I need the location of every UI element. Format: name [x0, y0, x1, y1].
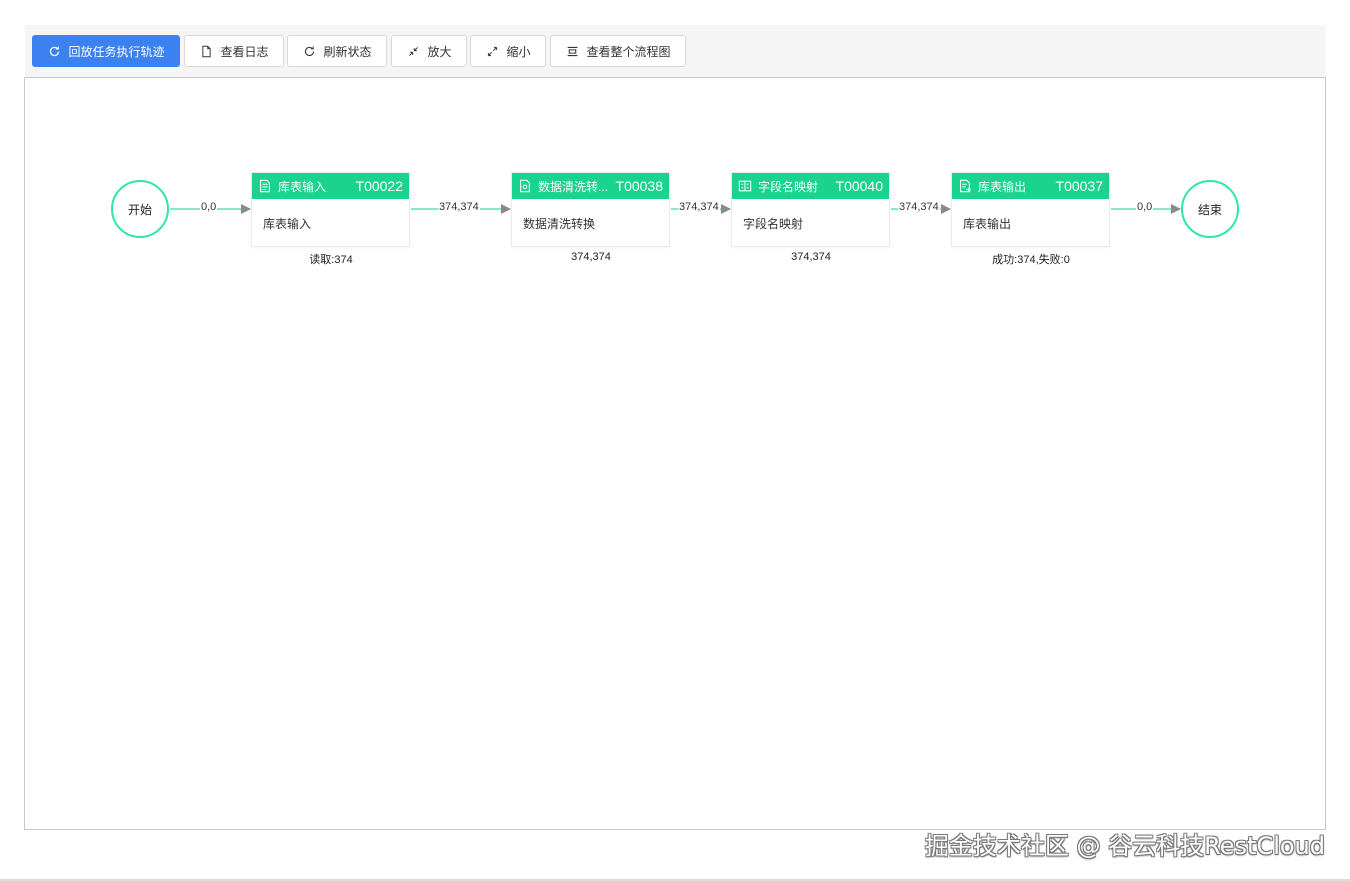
task-node-stat: 374,374	[791, 251, 831, 263]
task-node-name: 数据清洗转...	[538, 179, 609, 194]
task-node-code: T00022	[355, 178, 403, 194]
reload-icon	[302, 44, 316, 58]
task-node-code: T00040	[835, 178, 883, 194]
task-node-body: 数据清洗转换	[523, 217, 596, 231]
task-node-table-output[interactable]: 库表输出 T00037 库表输出	[951, 172, 1110, 247]
task-node-table-input[interactable]: 库表输入 T00022 库表输入	[251, 172, 410, 247]
task-node-name: 字段名映射	[758, 179, 819, 194]
fit-view-icon	[565, 44, 579, 58]
edge-label-2: 374,374	[438, 201, 480, 213]
zoom-in-button[interactable]: 放大	[391, 35, 467, 67]
task-node-code: T00038	[615, 178, 663, 194]
task-node-stat: 成功:374,失败:0	[992, 254, 1070, 266]
refresh-status-button[interactable]: 刷新状态	[287, 35, 387, 67]
shrink-arrows-icon	[406, 44, 420, 58]
edge-label-4: 374,374	[898, 201, 940, 213]
start-node[interactable]: 开始	[111, 180, 169, 238]
task-node-header: 库表输入 T00022	[252, 173, 409, 199]
replay-trace-button[interactable]: 回放任务执行轨迹	[32, 35, 180, 67]
zoom-in-label: 放大	[427, 44, 452, 59]
table-output-icon	[958, 179, 972, 193]
task-node-body: 库表输出	[963, 217, 1012, 231]
end-node[interactable]: 结束	[1181, 180, 1239, 238]
view-log-label: 查看日志	[220, 44, 269, 59]
view-full-flow-label: 查看整个流程图	[586, 44, 671, 59]
file-icon	[199, 44, 213, 58]
task-node-body: 字段名映射	[743, 217, 804, 231]
data-clean-icon	[518, 179, 532, 193]
task-node-header: 数据清洗转... T00038	[512, 173, 669, 199]
task-node-field-mapping[interactable]: 字段名映射 T00040 字段名映射	[731, 172, 890, 247]
replay-trace-label: 回放任务执行轨迹	[68, 44, 165, 59]
task-node-name: 库表输出	[978, 179, 1027, 194]
task-node-name: 库表输入	[278, 179, 327, 194]
table-input-icon	[258, 179, 272, 193]
edge-label-1: 0,0	[200, 201, 218, 213]
field-mapping-icon	[738, 179, 752, 193]
edge-label-5: 0,0	[1136, 201, 1154, 213]
task-node-header: 库表输出 T00037	[952, 173, 1109, 199]
task-node-header: 字段名映射 T00040	[732, 173, 889, 199]
flow-canvas[interactable]	[24, 77, 1326, 830]
toolbar: 回放任务执行轨迹 查看日志 刷新状态 放大 缩小 查看整个流程图	[25, 25, 1326, 77]
end-node-label: 结束	[1197, 202, 1222, 217]
task-node-stat: 读取:374	[309, 254, 353, 266]
refresh-status-label: 刷新状态	[323, 44, 372, 59]
edge-label-3: 374,374	[678, 201, 720, 213]
task-node-body: 库表输入	[263, 217, 312, 231]
expand-arrows-icon	[485, 44, 499, 58]
zoom-out-button[interactable]: 缩小	[470, 35, 546, 67]
zoom-out-label: 缩小	[506, 44, 531, 59]
view-log-button[interactable]: 查看日志	[184, 35, 284, 67]
task-node-code: T00037	[1055, 178, 1103, 194]
task-node-data-clean[interactable]: 数据清洗转... T00038 数据清洗转换	[511, 172, 670, 247]
watermark: 掘金技术社区 @ 谷云科技RestCloud	[924, 832, 1325, 860]
task-node-stat: 374,374	[571, 251, 611, 263]
start-node-label: 开始	[127, 202, 152, 217]
refresh-icon	[47, 44, 61, 58]
view-full-flow-button[interactable]: 查看整个流程图	[550, 35, 686, 67]
